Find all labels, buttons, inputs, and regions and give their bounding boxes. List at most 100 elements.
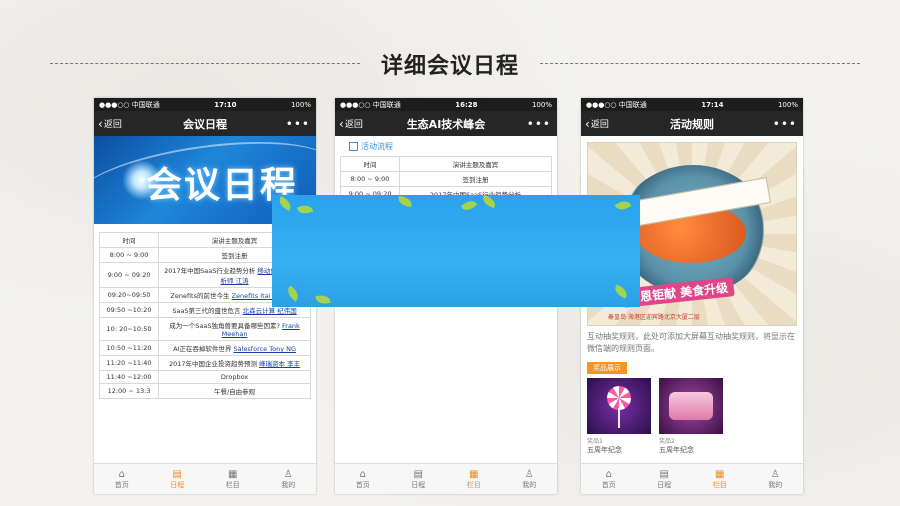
- prize-label: 奖品2: [659, 438, 675, 445]
- prize-item[interactable]: 奖品1 五周年纪念: [587, 378, 651, 455]
- home-icon: ⌂: [359, 468, 366, 480]
- chevron-left-icon: ‹: [585, 116, 590, 131]
- more-icon[interactable]: •••: [527, 117, 551, 131]
- tab-mine[interactable]: ♙ 我的: [748, 464, 804, 494]
- back-button[interactable]: ‹ 返回: [339, 117, 363, 131]
- clock-label: 17:14: [701, 100, 724, 109]
- battery-label: 100%: [777, 100, 798, 109]
- prize-label: 奖品1: [587, 438, 603, 445]
- tab-label: 栏目: [225, 480, 240, 489]
- row-speaker-link[interactable]: Salesforce Tony NG: [234, 345, 297, 353]
- row-topic: Zenefits的前世今生: [170, 292, 232, 300]
- table-header-time: 时间: [98, 232, 160, 248]
- tab-column[interactable]: ▦ 栏目: [692, 464, 748, 494]
- tab-label: 日程: [657, 480, 672, 489]
- table-row: 12:00 ~ 13:3 午餐/自由参观: [98, 383, 311, 399]
- table-row: 11:40 ~12:00 Dropbox: [98, 370, 311, 384]
- tab-mine[interactable]: ♙ 我的: [502, 464, 558, 494]
- row-time: 12:00 ~ 13:3: [98, 383, 160, 399]
- prize-image-cake: [659, 378, 723, 434]
- row-topic-cell: 成为一个SaaS独角兽要具备哪些因素? Frank Meehan: [158, 317, 311, 341]
- flow-heading-label: 活动流程: [361, 142, 393, 151]
- nav-title: 生态AI技术峰会: [406, 117, 486, 131]
- tab-label: 栏目: [466, 480, 481, 489]
- slide-title: 详细会议日程: [380, 54, 519, 79]
- tab-label: 栏目: [712, 480, 727, 489]
- carrier-label: ●●●○○ 中国联通: [340, 100, 401, 109]
- carrier-label: ●●●○○ 中国联通: [99, 100, 160, 109]
- row-time: 8:00 ~ 9:00: [339, 171, 401, 187]
- tab-bar: ⌂ 首页 ▤ 日程 ▦ 栏目 ♙ 我的: [94, 463, 316, 494]
- tab-label: 首页: [114, 480, 129, 489]
- chevron-left-icon: ‹: [339, 116, 344, 131]
- tab-label: 首页: [355, 480, 370, 489]
- back-button[interactable]: ‹ 返回: [98, 117, 122, 131]
- row-time: 10: 20~10:50: [98, 317, 160, 341]
- poster-address: 秦皇岛·海港区迎宾路北京大厦二层: [608, 314, 700, 321]
- row-topic: 午餐/自由参观: [213, 388, 256, 396]
- tab-label: 首页: [601, 480, 616, 489]
- grid-icon: ▦: [228, 468, 238, 480]
- leaf-decoration: [296, 202, 314, 217]
- flow-heading: 活动流程: [349, 141, 557, 152]
- tab-home[interactable]: ⌂ 首页: [581, 464, 637, 494]
- battery-label: 100%: [290, 100, 311, 109]
- nav-title: 会议日程: [183, 117, 227, 131]
- user-icon: ♙: [770, 468, 780, 480]
- status-bar: ●●●○○ 中国联通 17:14 100%: [581, 98, 803, 111]
- row-time: 9:00 ~ 09:20: [98, 262, 160, 288]
- back-label: 返回: [344, 120, 363, 130]
- row-topic-cell: 签到注册: [399, 171, 552, 187]
- table-row: 8:00 ~ 9:00 签到注册: [339, 171, 552, 187]
- more-icon[interactable]: •••: [773, 117, 797, 131]
- row-topic: 2017年中国企业投资趋势预测: [168, 360, 260, 368]
- cake-icon: [669, 392, 713, 420]
- leaf-decoration: [397, 195, 413, 208]
- tab-schedule[interactable]: ▤ 日程: [391, 464, 447, 494]
- prize-name: 五周年纪念: [587, 446, 622, 454]
- tab-schedule[interactable]: ▤ 日程: [150, 464, 206, 494]
- table-row: 10: 20~10:50 成为一个SaaS独角兽要具备哪些因素? Frank Me…: [98, 317, 311, 341]
- row-topic: 成为一个SaaS独角兽要具备哪些因素?: [169, 322, 282, 330]
- prize-list: 奖品1 五周年纪念 奖品2 五周年纪念: [587, 378, 797, 455]
- grid-icon: ▦: [715, 468, 725, 480]
- more-icon[interactable]: •••: [286, 117, 310, 131]
- row-speaker-link[interactable]: 峰瑞资本 李丰: [259, 360, 300, 368]
- row-speaker-link[interactable]: 北森云计算 纪伟国: [243, 307, 297, 315]
- tab-column[interactable]: ▦ 栏目: [205, 464, 261, 494]
- table-row: 11:20 ~11:402017年中国企业投资趋势预测 峰瑞资本 李丰: [98, 355, 311, 371]
- tab-label: 日程: [411, 480, 426, 489]
- home-icon: ⌂: [118, 468, 125, 480]
- calendar-icon: [349, 142, 358, 151]
- tab-label: 日程: [170, 480, 185, 489]
- row-topic-cell: AI正在吞掉软件世界 Salesforce Tony NG: [158, 340, 311, 356]
- slide-header: 详细会议日程: [50, 46, 860, 82]
- carrier-label: ●●●○○ 中国联通: [586, 100, 647, 109]
- row-topic: SaaS第三代的盛世危言: [172, 307, 243, 315]
- rule-description: 互动抽奖规则，此处可添加大屏幕互动抽奖规则，将显示在微信端的规则页面。: [587, 332, 795, 353]
- status-bar: ●●●○○ 中国联通 16:28 100%: [335, 98, 557, 111]
- tab-home[interactable]: ⌂ 首页: [335, 464, 391, 494]
- tab-mine[interactable]: ♙ 我的: [261, 464, 317, 494]
- table-row: 10:50 ~11:20 AI正在吞掉软件世界 Salesforce Tony N…: [98, 340, 311, 356]
- prize-section-tag: 奖品展示: [587, 362, 627, 374]
- row-time: 11:40 ~12:00: [98, 370, 160, 384]
- row-topic: Dropbox: [220, 373, 249, 381]
- back-label: 返回: [103, 120, 122, 130]
- table-header-time: 时间: [339, 156, 401, 172]
- leaf-decoration: [315, 293, 331, 306]
- tab-schedule[interactable]: ▤ 日程: [637, 464, 693, 494]
- prize-item[interactable]: 奖品2 五周年纪念: [659, 378, 723, 455]
- row-topic: AI正在吞掉软件世界: [173, 345, 234, 353]
- row-topic: 签到注册: [221, 252, 248, 260]
- nav-bar: ‹ 返回 生态AI技术峰会 •••: [335, 111, 557, 136]
- row-time: 8:00 ~ 9:00: [98, 247, 160, 263]
- back-button[interactable]: ‹ 返回: [585, 117, 609, 131]
- chevron-left-icon: ‹: [98, 116, 103, 131]
- overlay-banner: [272, 194, 640, 307]
- leaf-decoration: [460, 197, 478, 214]
- tab-column[interactable]: ▦ 栏目: [446, 464, 502, 494]
- row-time: 09:50 ~10:20: [98, 302, 160, 318]
- user-icon: ♙: [524, 468, 534, 480]
- tab-home[interactable]: ⌂ 首页: [94, 464, 150, 494]
